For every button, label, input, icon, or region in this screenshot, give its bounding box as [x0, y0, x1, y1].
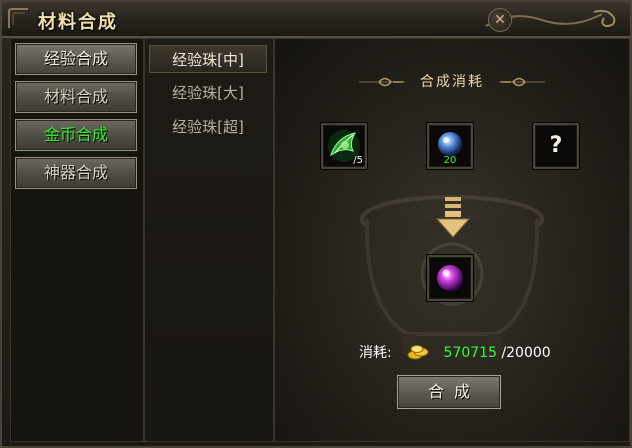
title-bar[interactable]: 材料合成 ✕ — [2, 2, 630, 38]
cost-row: 消耗: 570715 /20000 — [359, 343, 551, 363]
material-slot-1[interactable]: /5 — [321, 123, 367, 169]
section-header: 合成消耗 — [359, 71, 545, 93]
arrow-down-icon — [435, 197, 471, 238]
category-material-synthesis[interactable]: 材料合成 — [15, 81, 137, 113]
compose-button[interactable]: 合成 — [397, 375, 501, 409]
material-count-1: /5 — [353, 155, 363, 166]
ornament-icon — [8, 8, 28, 28]
recipe-exp-bead-medium[interactable]: 经验珠[中] — [149, 45, 267, 73]
material-count-2: 20 — [443, 155, 457, 166]
result-slot[interactable] — [427, 255, 473, 301]
recipe-exp-bead-super[interactable]: 经验珠[超] — [149, 113, 267, 141]
close-icon[interactable]: ✕ — [488, 8, 512, 32]
recipe-list: 经验珠[中] 经验珠[大] 经验珠[超] — [144, 38, 274, 442]
purple-orb-icon — [437, 265, 463, 291]
category-list: 经验合成 材料合成 金币合成 神器合成 — [10, 38, 144, 442]
synthesis-window: 材料合成 ✕ 经验合成 材料合成 金币合成 神器合成 经验珠[中] 经验珠[大]… — [0, 0, 632, 448]
cost-owned-value: 570715 — [443, 345, 497, 361]
synthesis-panel: 合成消耗 /5 20 ? 消耗: 570715 /20000 合成 — [274, 38, 630, 442]
material-slot-2[interactable]: 20 — [427, 123, 473, 169]
category-gold-synthesis[interactable]: 金币合成 — [15, 119, 137, 151]
cost-label: 消耗: — [359, 345, 392, 361]
category-artifact-synthesis[interactable]: 神器合成 — [15, 157, 137, 189]
cost-required-value: /20000 — [501, 345, 551, 361]
recipe-exp-bead-large[interactable]: 经验珠[大] — [149, 79, 267, 107]
material-slot-3[interactable]: ? — [533, 123, 579, 169]
gold-coins-icon — [407, 345, 429, 360]
section-title: 合成消耗 — [420, 74, 484, 90]
window-title: 材料合成 — [38, 12, 118, 33]
category-exp-synthesis[interactable]: 经验合成 — [15, 43, 137, 75]
question-mark-icon: ? — [549, 133, 563, 158]
